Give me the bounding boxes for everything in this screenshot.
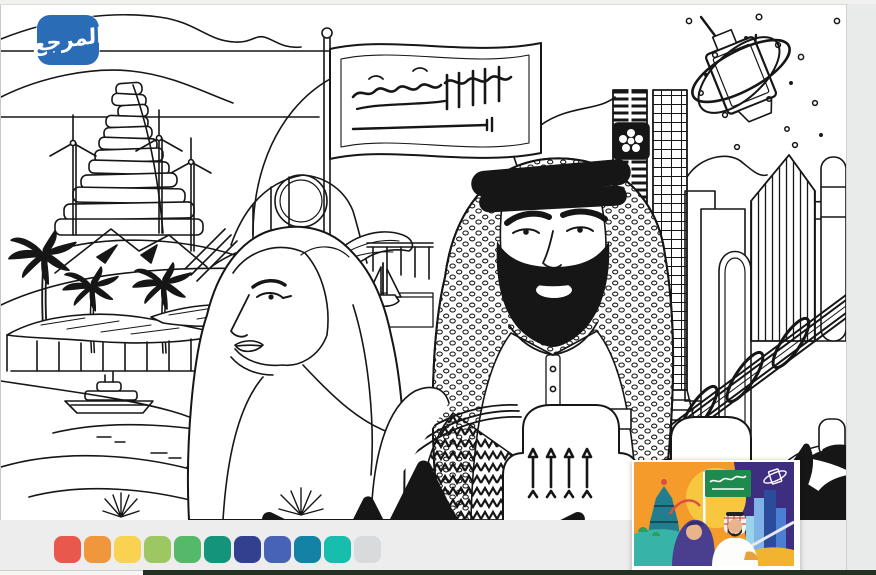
woman-in-hijab	[186, 225, 406, 520]
spiral-tower	[54, 81, 204, 236]
thumbnail-art	[634, 462, 795, 566]
line-art-illustration	[1, 13, 846, 520]
palette-swatch-teal-green[interactable]	[204, 536, 231, 563]
palette-swatch-light-green[interactable]	[144, 536, 171, 563]
igal	[471, 159, 631, 213]
logo-text: المرجع	[32, 22, 104, 58]
reference-thumbnail[interactable]	[632, 460, 800, 572]
right-margin	[846, 4, 876, 575]
palette-swatch-green[interactable]	[174, 536, 201, 563]
palette-swatch-navy[interactable]	[234, 536, 261, 563]
palette-swatch-turquoise[interactable]	[324, 536, 351, 563]
satellite	[691, 15, 791, 123]
pointed-tower	[750, 154, 816, 342]
bottom-edge-dark	[143, 570, 876, 575]
palette-swatch-red[interactable]	[54, 536, 81, 563]
bottom-edge-light	[0, 570, 143, 575]
palette-swatch-gray[interactable]	[354, 536, 381, 563]
palette-swatch-yellow[interactable]	[114, 536, 141, 563]
app-window: المرجع	[0, 0, 876, 575]
color-palette	[54, 536, 381, 563]
almarje-logo: المرجع	[32, 15, 104, 65]
bottom-edge-bar	[0, 570, 876, 575]
coloring-canvas[interactable]: المرجع	[0, 5, 847, 520]
palette-swatch-blue[interactable]	[264, 536, 291, 563]
palette-swatch-petrol[interactable]	[294, 536, 321, 563]
palette-swatch-orange[interactable]	[84, 536, 111, 563]
